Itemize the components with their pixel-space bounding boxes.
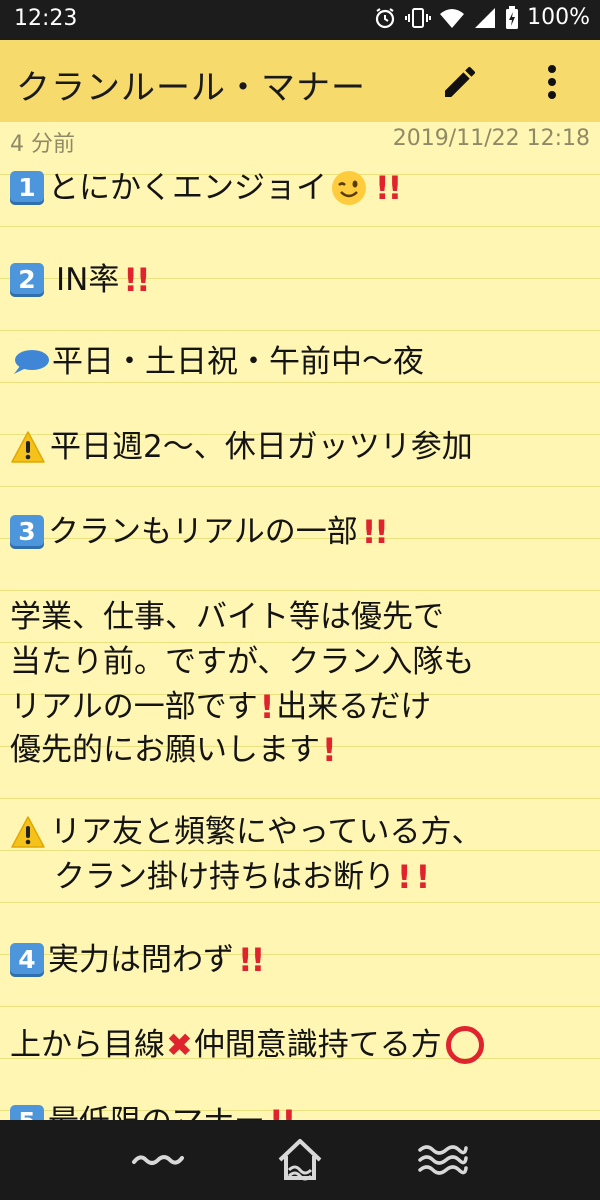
waves-icon xyxy=(418,1145,468,1175)
double-exclamation: !! xyxy=(361,513,389,551)
alarm-icon xyxy=(375,7,395,28)
page-title: クランルール・マナー xyxy=(16,68,366,108)
edit-button[interactable] xyxy=(436,58,484,106)
signal-icon xyxy=(475,7,496,28)
note-line-6: 学業、仕事、バイト等は優先で xyxy=(10,597,444,637)
note-line-8: リアルの一部です ! 出来るだけ xyxy=(10,687,431,727)
note-text: 実力は問わず xyxy=(48,942,234,978)
note-line-10: リア友と頻繁にやっている方、 xyxy=(10,812,482,852)
note-text: 学業、仕事、バイト等は優先で xyxy=(10,599,444,635)
double-exclamation: !! xyxy=(123,261,150,299)
bottom-nav xyxy=(0,1120,600,1200)
note-line-4: 平日週2〜、休日ガッツリ参加 xyxy=(10,427,473,467)
nav-left-button[interactable] xyxy=(126,1134,190,1186)
vibrate-icon xyxy=(405,7,432,28)
cross-mark-icon: ✖ xyxy=(166,1026,193,1064)
note-text: クラン掛け持ちはお断り xyxy=(54,859,395,895)
note-line-11: クラン掛け持ちはお断り ! ! xyxy=(54,857,432,897)
warning-icon xyxy=(11,816,45,848)
note-content[interactable]: 4 分前 2019/11/22 12:18 1 とにかくエンジョイ !! 2 I… xyxy=(0,122,600,1120)
note-line-12: 4 実力は問わず !! xyxy=(10,940,265,980)
note-text: 仲間意識持てる方 xyxy=(193,1027,442,1063)
note-text: IN率 xyxy=(56,262,120,298)
keycap-4: 4 xyxy=(10,943,44,977)
exclamation-mark: ! xyxy=(322,731,337,769)
app-bar: クランルール・マナー xyxy=(0,40,600,122)
note-text: 平日週2〜、休日ガッツリ参加 xyxy=(50,429,473,465)
exclamation-mark: ! xyxy=(397,858,412,896)
keycap-5: 5 xyxy=(10,1105,44,1120)
double-exclamation: !! xyxy=(269,1102,296,1120)
note-text: リア友と頻繁にやっている方、 xyxy=(50,814,483,850)
note-text: リアルの一部です xyxy=(10,689,258,725)
circle-mark-icon xyxy=(445,1026,484,1064)
home-icon xyxy=(278,1139,322,1181)
note-line-3: 平日・土日祝・午前中〜夜 xyxy=(10,342,424,382)
note-line-14: 5 最低限のマナー !! xyxy=(10,1102,296,1120)
double-exclamation: !! xyxy=(375,169,402,207)
keycap-1: 1 xyxy=(10,171,44,205)
note-text: 出来るだけ xyxy=(276,689,432,725)
note-line-5: 3 クランもリアルの一部 !! xyxy=(10,512,389,552)
status-time: 12:23 xyxy=(14,6,78,31)
modified-relative: 4 分前 xyxy=(10,132,75,157)
exclamation-mark: ! xyxy=(415,858,431,896)
note-text: とにかくエンジョイ xyxy=(48,170,327,206)
warning-icon xyxy=(11,431,45,463)
note-text: クランもリアルの一部 xyxy=(48,514,358,550)
note-text: 上から目線 xyxy=(10,1027,165,1063)
note-text: 平日・土日祝・午前中〜夜 xyxy=(52,344,424,380)
double-exclamation: !! xyxy=(238,941,265,979)
battery-percent: 100% xyxy=(527,5,590,30)
note-line-2: 2 IN率 !! xyxy=(10,260,151,300)
battery-icon xyxy=(506,5,519,29)
note-text: 当たり前。ですが、クラン入隊も xyxy=(10,644,475,680)
exclamation-mark: ! xyxy=(259,688,275,726)
tilde-icon xyxy=(132,1155,184,1165)
more-vert-icon xyxy=(548,65,556,99)
keycap-3: 3 xyxy=(10,515,44,549)
status-icons: 100% xyxy=(373,5,590,30)
note-text: 最低限のマナー xyxy=(48,1102,265,1120)
note-text: 優先的にお願いします xyxy=(10,732,320,768)
note-line-1: 1 とにかくエンジョイ !! xyxy=(10,168,402,208)
speech-bubble-icon xyxy=(14,350,49,374)
modified-datetime: 2019/11/22 12:18 xyxy=(392,126,590,151)
nav-right-button[interactable] xyxy=(410,1134,474,1186)
status-bar: 12:23 100% xyxy=(0,0,600,40)
pencil-icon xyxy=(445,66,475,97)
note-line-9: 優先的にお願いします ! xyxy=(10,730,339,770)
wink-emoji-icon xyxy=(332,171,366,205)
wifi-icon xyxy=(440,8,465,28)
keycap-2: 2 xyxy=(10,263,44,297)
note-line-7: 当たり前。ですが、クラン入隊も xyxy=(10,642,474,682)
nav-home-button[interactable] xyxy=(268,1134,332,1186)
more-options-button[interactable] xyxy=(532,58,572,106)
note-line-13: 上から目線 ✖ 仲間意識持てる方 xyxy=(10,1025,484,1065)
